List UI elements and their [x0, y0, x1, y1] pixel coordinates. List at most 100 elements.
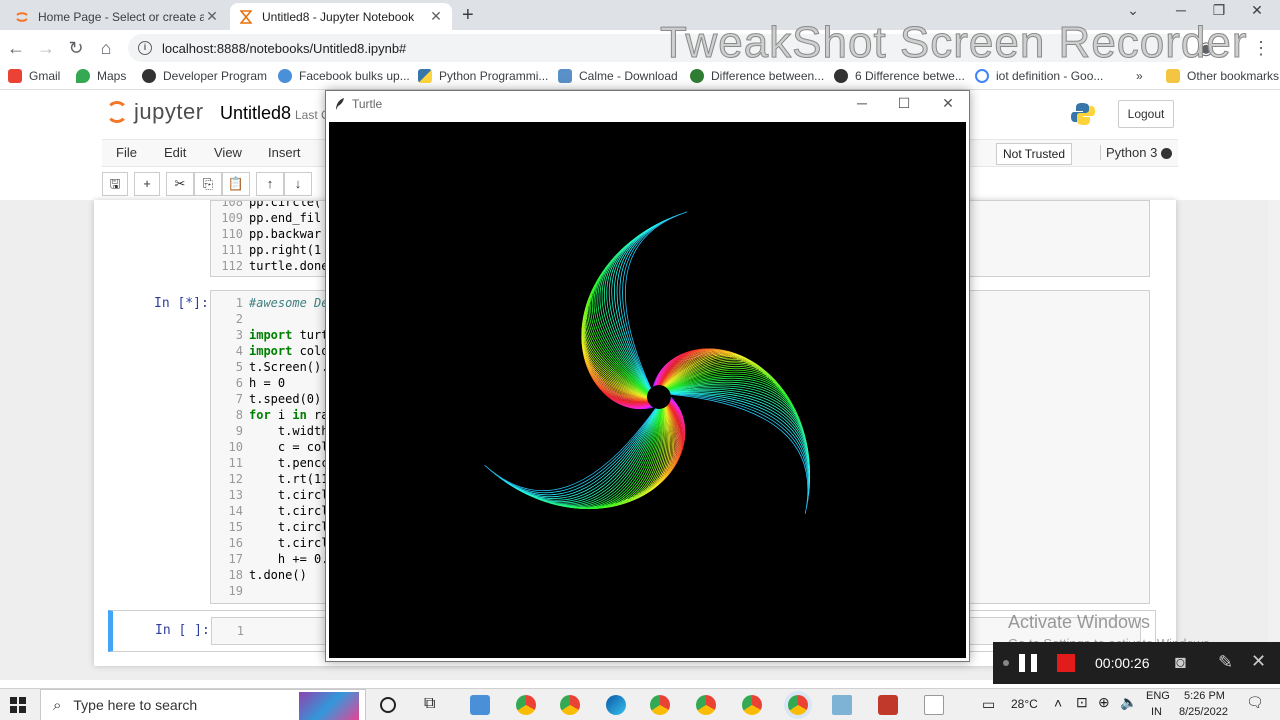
line-number: 108	[221, 200, 243, 209]
notebook-title[interactable]: Untitled8	[220, 103, 291, 124]
bookmark-python[interactable]: Python Programmi...	[418, 69, 548, 83]
page-scrollbar[interactable]	[1268, 200, 1280, 680]
bookmark-facebook[interactable]: Facebook bulks up...	[278, 69, 410, 83]
code-line: c = col	[249, 440, 329, 454]
file-explorer-icon[interactable]	[470, 695, 490, 715]
info-icon[interactable]: i	[138, 41, 152, 55]
spiral-stroke	[616, 218, 670, 390]
edit-icon[interactable]: ✎	[1218, 652, 1233, 673]
tab-home-page[interactable]: Home Page - Select or create a n ✕	[6, 3, 228, 30]
bookmark-other[interactable]: Other bookmarks	[1166, 69, 1279, 83]
clock-date: 8/25/2022	[1179, 706, 1228, 718]
close-recorder-icon[interactable]: ✕	[1251, 651, 1266, 672]
notifications-icon[interactable]: 🗨	[1246, 694, 1264, 711]
minimize-icon[interactable]: ─	[847, 95, 877, 111]
globe-icon[interactable]: ⊕	[1098, 694, 1110, 711]
chrome-icon[interactable]	[650, 695, 670, 715]
b-icon	[690, 69, 704, 83]
python-idle-icon[interactable]	[832, 695, 852, 715]
search-placeholder: Type here to search	[73, 697, 198, 713]
task-view-icon[interactable]: ⧉	[424, 695, 435, 713]
menu-edit[interactable]: Edit	[164, 145, 186, 160]
menu-view[interactable]: View	[214, 145, 242, 160]
line-number: 7	[235, 392, 243, 406]
menu-icon[interactable]: ⋮	[1250, 37, 1272, 59]
jupyter-logo[interactable]: jupyter	[106, 99, 204, 125]
code-line: t.width	[249, 424, 329, 438]
bookmark-6-difference[interactable]: 6 Difference betwe...	[834, 69, 965, 83]
minimize-icon[interactable]: ─	[1166, 2, 1196, 18]
move-down-icon[interactable]: ↓	[284, 172, 312, 196]
chrome-icon[interactable]	[560, 695, 580, 715]
volume-icon[interactable]: 🔈	[1120, 694, 1137, 711]
reload-icon[interactable]: ↻	[65, 37, 87, 59]
logout-button[interactable]: Logout	[1118, 100, 1174, 128]
tab-untitled8[interactable]: Untitled8 - Jupyter Notebook ✕	[230, 3, 452, 30]
cortana-icon[interactable]	[380, 697, 396, 713]
menu-file[interactable]: File	[116, 145, 137, 160]
new-tab-icon[interactable]: +	[462, 4, 474, 27]
taskbar-search[interactable]: ⌕ Type here to search	[40, 689, 366, 720]
recorder-app-icon[interactable]	[878, 695, 898, 715]
restore-icon[interactable]: ❐	[1204, 2, 1234, 19]
bookmark-iot[interactable]: iot definition - Goo...	[975, 69, 1103, 83]
home-icon[interactable]: ⌂	[95, 37, 117, 59]
close-tab-icon[interactable]: ✕	[428, 8, 444, 25]
spiral-stroke	[504, 408, 658, 499]
maximize-icon[interactable]: ☐	[889, 95, 919, 112]
edge-icon[interactable]	[606, 695, 626, 715]
bookmark-maps[interactable]: Maps	[76, 69, 126, 83]
weather-icon[interactable]: ▭	[982, 696, 995, 713]
chrome-icon[interactable]	[742, 695, 762, 715]
code-line: h = 0	[249, 376, 286, 390]
tab-search-icon[interactable]: ⌄	[1118, 2, 1148, 19]
chrome-icon[interactable]	[696, 695, 716, 715]
bookmark-difference[interactable]: Difference between...	[690, 69, 824, 83]
code-line: pp.end_fil	[249, 211, 322, 225]
move-up-icon[interactable]: ↑	[256, 172, 284, 196]
chrome-icon[interactable]	[516, 695, 536, 715]
clock-time[interactable]: 5:26 PM	[1184, 690, 1225, 702]
camera-icon[interactable]: ◙	[1175, 652, 1186, 673]
globe-icon	[278, 69, 292, 83]
bookmark-gmail[interactable]: Gmail	[8, 69, 60, 83]
close-tab-icon[interactable]: ✕	[204, 8, 220, 25]
language-eng[interactable]: ENG	[1146, 690, 1170, 702]
search-highlight-image	[299, 692, 359, 720]
folder-icon	[1166, 69, 1180, 83]
network-icon[interactable]: ⊡	[1076, 694, 1088, 711]
temperature[interactable]: 28°C	[1011, 697, 1038, 711]
forward-icon[interactable]: →	[35, 37, 57, 59]
code-line: import turt	[249, 328, 329, 342]
turtle-window[interactable]: Turtle ─ ☐ ✕	[325, 90, 970, 662]
turtle-canvas[interactable]	[329, 122, 966, 658]
notepad-icon[interactable]	[924, 695, 944, 715]
bookmark-developer-program[interactable]: Developer Program	[142, 69, 267, 83]
python-logo-icon	[1071, 103, 1095, 125]
back-icon[interactable]: ←	[5, 37, 27, 59]
menu-insert[interactable]: Insert	[268, 145, 301, 160]
recorder-watermark: TweakShot Screen Recorder	[660, 18, 1248, 68]
code-line: pp.circle(	[249, 200, 322, 209]
line-number: 9	[235, 424, 243, 438]
add-cell-icon[interactable]: +	[134, 172, 160, 196]
save-icon[interactable]: 🖫	[102, 172, 128, 196]
chrome-active-icon[interactable]	[788, 695, 808, 715]
bookmark-calme[interactable]: Calme - Download	[558, 69, 678, 83]
stop-icon[interactable]	[1057, 654, 1075, 672]
pause-icon[interactable]	[1019, 654, 1025, 672]
close-window-icon[interactable]: ✕	[1242, 2, 1272, 19]
not-trusted-badge[interactable]: Not Trusted	[996, 143, 1073, 165]
line-number: 11	[228, 456, 243, 470]
spiral-stroke	[613, 220, 664, 390]
paste-icon[interactable]: 📋	[222, 172, 250, 196]
chevron-up-icon[interactable]: ˄	[1054, 695, 1062, 711]
drag-handle-icon[interactable]	[1003, 660, 1009, 666]
close-window-icon[interactable]: ✕	[933, 95, 963, 112]
more-bookmarks-icon[interactable]: »	[1136, 69, 1143, 83]
copy-icon[interactable]: ⎘	[194, 172, 222, 196]
tab-label: Home Page - Select or create a n	[38, 9, 204, 24]
code-line: t.circl	[249, 504, 329, 518]
cut-icon[interactable]: ✂	[166, 172, 194, 196]
windows-start-icon[interactable]	[10, 697, 26, 713]
